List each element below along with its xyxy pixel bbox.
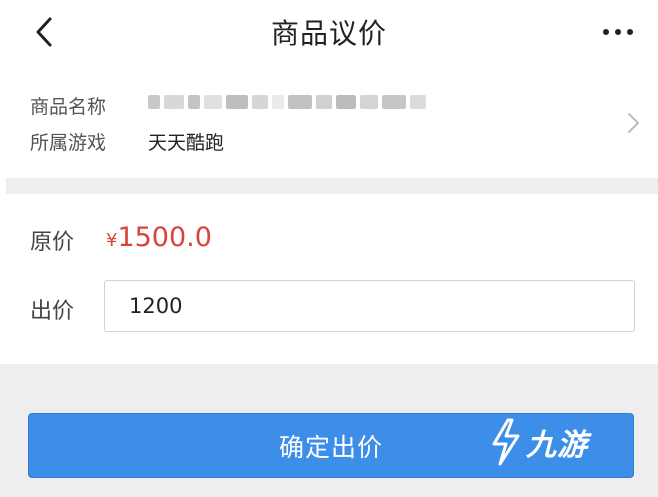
section-divider	[6, 178, 658, 194]
offer-label: 出价	[30, 299, 75, 324]
product-name-value-blurred	[148, 94, 438, 110]
top-bar: 商品议价	[0, 0, 658, 70]
more-horizontal-icon	[603, 29, 633, 35]
game-value: 天天酷跑	[148, 132, 225, 154]
original-price-value: 1500.0	[117, 222, 212, 253]
currency-symbol: ¥	[106, 230, 118, 251]
product-name-label: 商品名称	[30, 96, 107, 118]
original-price: ¥1500.0	[106, 222, 212, 253]
more-button[interactable]	[600, 14, 636, 50]
confirm-offer-button[interactable]: 确定出价	[28, 413, 634, 478]
page-title: 商品议价	[270, 17, 387, 50]
chevron-right-icon	[628, 113, 639, 133]
product-info-card[interactable]: 商品名称 所属游戏 天天酷跑	[0, 70, 658, 178]
original-price-label: 原价	[30, 230, 75, 255]
price-section: 原价 ¥1500.0 出价	[0, 194, 658, 364]
offer-input[interactable]	[104, 280, 635, 332]
game-label: 所属游戏	[30, 132, 107, 154]
